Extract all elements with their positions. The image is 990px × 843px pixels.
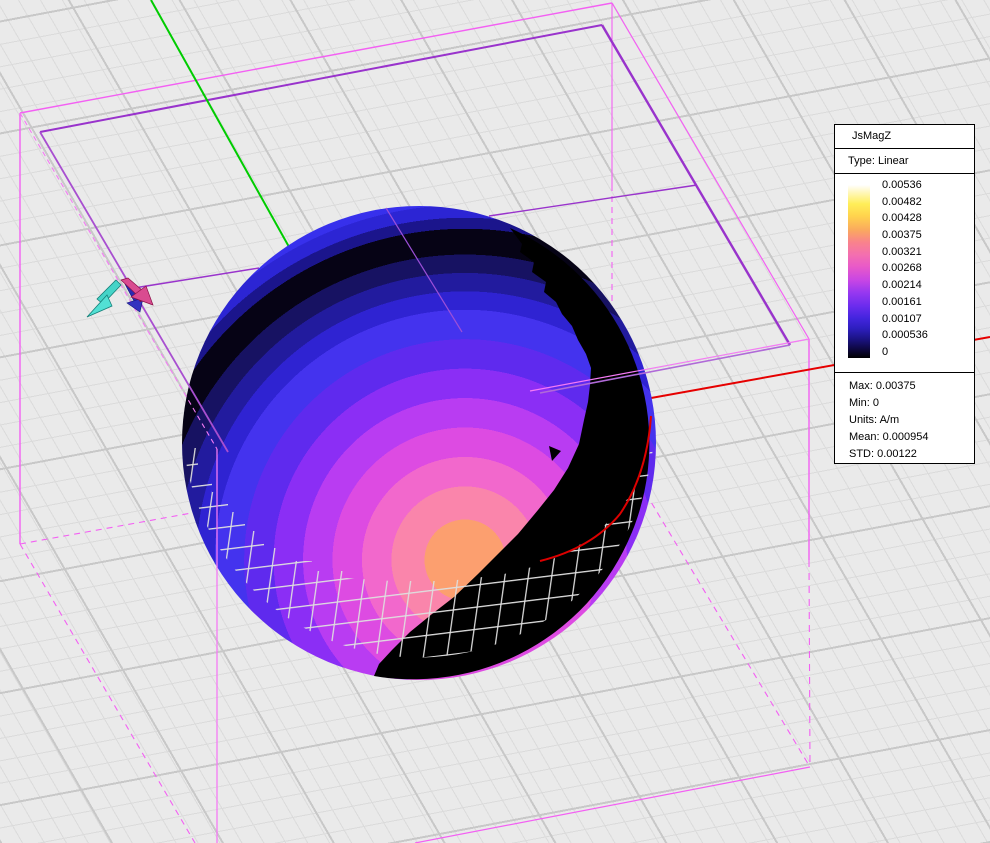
- box-edge-bottom-front-right: [415, 767, 810, 843]
- y-axis-line: [151, 0, 298, 263]
- scale-label: 0.00268: [882, 263, 928, 274]
- stat-max: Max: 0.00375: [849, 378, 974, 395]
- viewport-3d[interactable]: JsMagZ Type: Linear 0.00536 0.00482 0.00…: [0, 0, 990, 843]
- scale-label: 0.00321: [882, 247, 928, 258]
- stat-std: STD: 0.00122: [849, 446, 974, 463]
- color-scale-bar: [848, 185, 870, 358]
- color-key-stats: Max: 0.00375 Min: 0 Units: A/m Mean: 0.0…: [835, 373, 974, 463]
- field-sphere[interactable]: [182, 206, 656, 680]
- orientation-triad: [87, 278, 153, 317]
- scale-label: 0.00107: [882, 314, 928, 325]
- scale-label: 0.00428: [882, 213, 928, 224]
- stat-min: Min: 0: [849, 395, 974, 412]
- color-key-scale-type: Type: Linear: [835, 149, 974, 174]
- sheet-edge-top-left: [40, 25, 602, 132]
- color-key[interactable]: JsMagZ Type: Linear 0.00536 0.00482 0.00…: [834, 124, 975, 464]
- sheet-inner-edge-right: [489, 185, 697, 216]
- scale-label: 0.00214: [882, 280, 928, 291]
- scale-label: 0.00161: [882, 297, 928, 308]
- color-scale-labels: 0.00536 0.00482 0.00428 0.00375 0.00321 …: [882, 180, 928, 358]
- sheet-inner-edge-left: [128, 268, 259, 289]
- scale-label: 0.00536: [882, 180, 928, 191]
- stat-mean: Mean: 0.000954: [849, 429, 974, 446]
- scale-label: 0.00375: [882, 230, 928, 241]
- scale-label: 0.00482: [882, 197, 928, 208]
- box-edge-bottom-front-left: [20, 544, 195, 843]
- scale-label: 0.000536: [882, 330, 928, 341]
- color-key-bar-section: 0.00536 0.00482 0.00428 0.00375 0.00321 …: [835, 174, 974, 373]
- box-edge-top-right: [612, 3, 809, 339]
- color-key-title: JsMagZ: [835, 125, 974, 149]
- box-edge-vertical-right-lower: [809, 560, 810, 767]
- scale-label: 0: [882, 347, 928, 358]
- box-edge-top-left: [20, 3, 612, 113]
- stat-units: Units: A/m: [849, 412, 974, 429]
